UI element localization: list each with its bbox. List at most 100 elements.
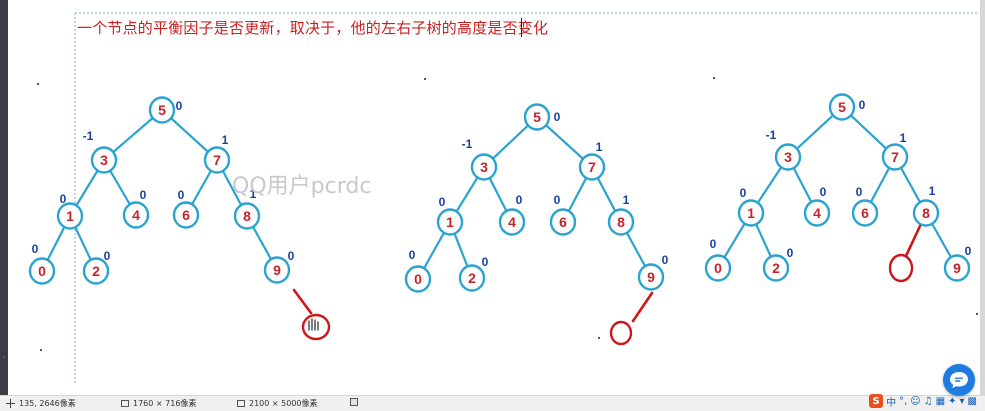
new-node-edge — [631, 291, 654, 323]
new-node-circle — [301, 313, 331, 341]
selection-size-value: 1760 × 716像素 — [133, 399, 197, 408]
tree-node-value: 4 — [132, 207, 140, 223]
tree-node-value: 5 — [158, 102, 166, 118]
trees-layer: 5 03-171104060810020905 03-171104060810020… — [3, 77, 978, 358]
image-size-value: 2100 × 5000像素 — [249, 399, 318, 408]
speck-dot — [424, 78, 426, 80]
balance-factor: 0 — [32, 242, 39, 256]
hand-cursor-icon — [308, 318, 319, 331]
watermark-text: QQ用户pcrdc — [232, 174, 372, 199]
tree-node-value: 8 — [922, 205, 930, 221]
new-node-circle — [609, 320, 633, 346]
balance-factor: 0 — [178, 188, 185, 202]
image-size-icon — [237, 400, 245, 407]
balance-factor: 0 — [965, 244, 972, 258]
avl-tree-3: 5 03-17110406081002090 — [704, 93, 972, 283]
balance-factor: 0 — [409, 248, 416, 262]
balance-factor: 0 — [140, 188, 147, 202]
selection-icon — [121, 400, 129, 407]
emoji-icon[interactable]: ☺ — [910, 396, 920, 407]
tree-node-value: 3 — [784, 149, 792, 165]
sogou-logo-icon[interactable]: S — [869, 394, 884, 408]
tree-node-value: 9 — [647, 269, 655, 285]
mic-icon[interactable]: ♫ — [924, 396, 933, 407]
balance-factor: 0 — [740, 186, 747, 200]
tree-node-value: 2 — [92, 263, 100, 279]
balance-factor: -1 — [766, 128, 777, 142]
tree-node-value: 5 — [838, 99, 846, 115]
balance-factor: 0 — [820, 185, 827, 199]
new-node-edge — [904, 224, 922, 258]
tree-node-value: 4 — [508, 214, 516, 230]
balance-factor: 0 — [859, 98, 866, 112]
text-caret — [521, 18, 522, 37]
balance-factor: 1 — [623, 193, 630, 207]
balance-factor: 1 — [929, 184, 936, 198]
balance-factor: 0 — [787, 246, 794, 260]
balance-factor: 1 — [222, 133, 229, 147]
balance-factor: 0 — [482, 255, 489, 269]
balance-factor: 0 — [856, 185, 863, 199]
balance-factor: 0 — [710, 237, 717, 251]
tree-node-value: 6 — [559, 214, 567, 230]
new-node-circle — [888, 253, 914, 283]
tree-node-value: 5 — [533, 109, 541, 125]
speck-dot — [3, 356, 5, 358]
balance-factor: 1 — [900, 131, 907, 145]
speck-dot — [713, 77, 715, 79]
toolbox-icon[interactable]: ✦ — [948, 396, 956, 407]
keyboard-icon[interactable]: ▦ — [936, 396, 945, 407]
balance-factor: -1 — [83, 129, 94, 143]
grid-icon[interactable]: ▩ — [968, 396, 977, 407]
tree-node-value: 0 — [38, 263, 46, 279]
balance-factor: 0 — [60, 192, 67, 206]
speck-dot — [37, 83, 39, 85]
balance-factor: 0 — [176, 99, 183, 113]
ime-language[interactable]: 中 — [886, 394, 896, 409]
tree-node-value: 4 — [813, 205, 821, 221]
annotation-text: 一个节点的平衡因子是否更新，取决于，他的左右子树的高度是否变化 — [77, 19, 549, 37]
speck-dot — [976, 313, 978, 315]
save-indicator — [350, 398, 358, 406]
crosshair-icon — [6, 399, 15, 408]
balance-factor: -1 — [462, 137, 473, 151]
ime-punct[interactable]: °, — [899, 396, 907, 407]
save-icon — [350, 398, 358, 406]
balance-factor: 0 — [554, 110, 561, 124]
tree-node-value: 2 — [468, 270, 476, 286]
tree-node-value: 0 — [414, 271, 422, 287]
balance-factor: 0 — [288, 249, 295, 263]
tree-node-value: 0 — [714, 260, 722, 276]
tree-node-value: 9 — [273, 262, 281, 278]
balance-factor: 0 — [104, 249, 111, 263]
tree-node-value: 7 — [213, 152, 221, 168]
canvas: 5 03-171104060810020905 03-171104060810020… — [3, 12, 978, 385]
tree-node-value: 7 — [891, 149, 899, 165]
tree-node-value: 3 — [100, 152, 108, 168]
cursor-position-value: 135, 2646像素 — [19, 399, 76, 408]
cursor-position: 135, 2646像素 — [6, 398, 76, 409]
speck-dot — [598, 337, 600, 339]
avl-tree-2: 5 03-17110406081002090 — [404, 103, 669, 346]
tree-node-value: 8 — [243, 208, 251, 224]
tree-node-value: 6 — [182, 207, 190, 223]
tree-node-value: 6 — [861, 205, 869, 221]
tree-node-value: 3 — [480, 159, 488, 175]
tree-node-value: 9 — [953, 260, 961, 276]
balance-factor: 0 — [662, 253, 669, 267]
chat-button[interactable] — [943, 364, 975, 396]
new-node-edge — [292, 288, 313, 315]
chat-bubble-icon — [950, 372, 968, 388]
skin-icon[interactable]: ▾ — [960, 396, 965, 407]
speck-dot — [40, 349, 42, 351]
tree-node-value: 1 — [446, 214, 454, 230]
tree-node-value: 1 — [747, 205, 755, 221]
tree-node-value: 2 — [772, 260, 780, 276]
balance-factor: 0 — [439, 195, 446, 209]
balance-factor: 1 — [596, 140, 603, 154]
image-size: 2100 × 5000像素 — [237, 398, 318, 409]
tree-node-value: 8 — [617, 214, 625, 230]
tree-node-value: 1 — [66, 208, 74, 224]
balance-factor: 0 — [554, 193, 561, 207]
tree-node-value: 7 — [588, 159, 596, 175]
